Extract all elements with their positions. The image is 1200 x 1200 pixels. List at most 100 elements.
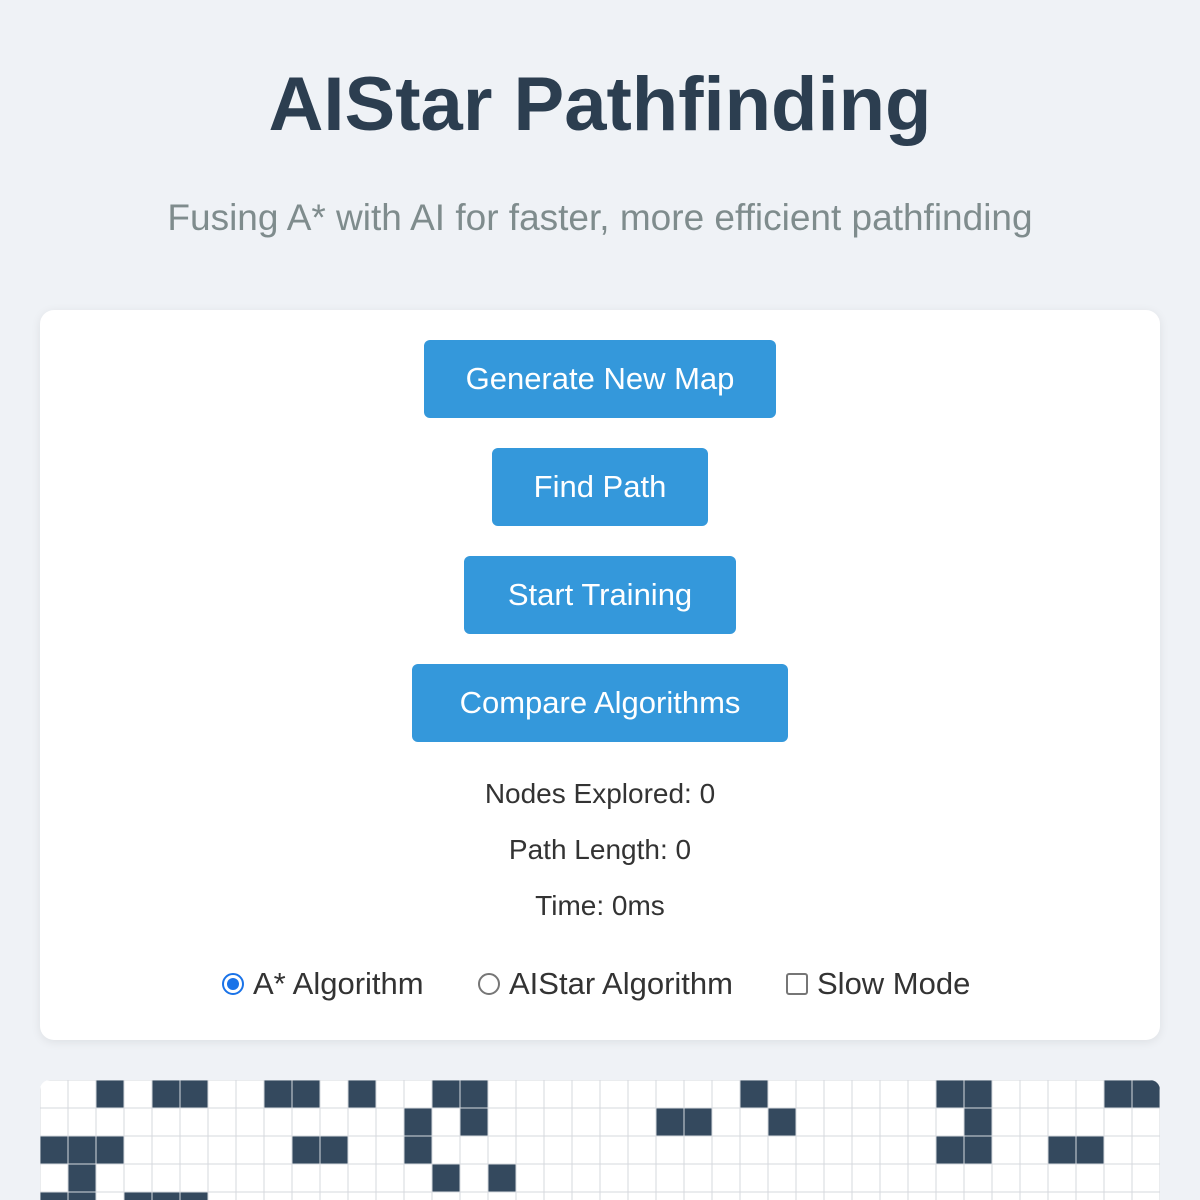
grid-cell[interactable] bbox=[487, 1107, 517, 1137]
grid-cell[interactable] bbox=[1075, 1163, 1105, 1193]
grid-cell[interactable] bbox=[627, 1191, 657, 1200]
grid-cell[interactable] bbox=[235, 1135, 265, 1165]
grid-cell[interactable] bbox=[319, 1080, 349, 1109]
grid-cell[interactable] bbox=[179, 1163, 209, 1193]
grid-cell[interactable] bbox=[655, 1135, 685, 1165]
grid-cell[interactable] bbox=[487, 1135, 517, 1165]
grid-cell[interactable] bbox=[123, 1163, 153, 1193]
grid-cell-wall[interactable] bbox=[67, 1191, 97, 1200]
grid-cell[interactable] bbox=[179, 1107, 209, 1137]
grid-cell-wall[interactable] bbox=[739, 1080, 769, 1109]
grid-cell-wall[interactable] bbox=[291, 1080, 321, 1109]
grid-cell[interactable] bbox=[291, 1191, 321, 1200]
grid-cell[interactable] bbox=[739, 1163, 769, 1193]
grid-cell[interactable] bbox=[795, 1080, 825, 1109]
grid-cell[interactable] bbox=[879, 1163, 909, 1193]
grid-cell[interactable] bbox=[683, 1163, 713, 1193]
grid-cell[interactable] bbox=[67, 1107, 97, 1137]
grid-cell-wall[interactable] bbox=[459, 1107, 489, 1137]
grid-cell[interactable] bbox=[627, 1080, 657, 1109]
grid-cell[interactable] bbox=[40, 1080, 69, 1109]
grid-cell[interactable] bbox=[291, 1163, 321, 1193]
grid-cell[interactable] bbox=[95, 1163, 125, 1193]
grid-cell[interactable] bbox=[1019, 1107, 1049, 1137]
grid-cell-wall[interactable] bbox=[1047, 1135, 1077, 1165]
grid-cell[interactable] bbox=[263, 1107, 293, 1137]
start-training-button[interactable]: Start Training bbox=[464, 556, 736, 634]
grid-cell[interactable] bbox=[907, 1191, 937, 1200]
grid-cell[interactable] bbox=[907, 1163, 937, 1193]
grid-cell-wall[interactable] bbox=[1131, 1080, 1160, 1109]
grid-cell[interactable] bbox=[711, 1191, 741, 1200]
grid-cell[interactable] bbox=[1019, 1163, 1049, 1193]
grid-cell-wall[interactable] bbox=[487, 1163, 517, 1193]
grid-cell[interactable] bbox=[235, 1163, 265, 1193]
grid-cell-wall[interactable] bbox=[963, 1135, 993, 1165]
grid-cell[interactable] bbox=[935, 1163, 965, 1193]
grid-cell[interactable] bbox=[823, 1191, 853, 1200]
grid-cell[interactable] bbox=[851, 1191, 881, 1200]
grid-cell[interactable] bbox=[879, 1135, 909, 1165]
grid-cell[interactable] bbox=[1131, 1135, 1160, 1165]
grid-cell[interactable] bbox=[599, 1107, 629, 1137]
grid-cell-wall[interactable] bbox=[963, 1107, 993, 1137]
grid-cell[interactable] bbox=[375, 1163, 405, 1193]
grid-cell[interactable] bbox=[795, 1191, 825, 1200]
grid-cell[interactable] bbox=[795, 1107, 825, 1137]
generate-map-button[interactable]: Generate New Map bbox=[424, 340, 776, 418]
grid-cell-wall[interactable] bbox=[151, 1080, 181, 1109]
grid-cell[interactable] bbox=[823, 1107, 853, 1137]
grid-cell[interactable] bbox=[207, 1191, 237, 1200]
grid-cell-wall[interactable] bbox=[95, 1080, 125, 1109]
grid-cell[interactable] bbox=[739, 1191, 769, 1200]
grid-cell[interactable] bbox=[1075, 1191, 1105, 1200]
grid-cell[interactable] bbox=[683, 1080, 713, 1109]
grid-cell[interactable] bbox=[823, 1163, 853, 1193]
grid-cell[interactable] bbox=[1103, 1135, 1133, 1165]
grid-cell[interactable] bbox=[571, 1080, 601, 1109]
grid-cell[interactable] bbox=[263, 1135, 293, 1165]
grid-cell[interactable] bbox=[207, 1107, 237, 1137]
grid-cell-wall[interactable] bbox=[40, 1191, 69, 1200]
grid-cell[interactable] bbox=[879, 1191, 909, 1200]
grid-cell[interactable] bbox=[403, 1163, 433, 1193]
grid-cell[interactable] bbox=[151, 1135, 181, 1165]
grid-cell-wall[interactable] bbox=[347, 1080, 377, 1109]
grid-cell[interactable] bbox=[991, 1107, 1021, 1137]
grid-cell[interactable] bbox=[907, 1080, 937, 1109]
grid-cell[interactable] bbox=[459, 1135, 489, 1165]
grid-cell[interactable] bbox=[151, 1163, 181, 1193]
grid-cell[interactable] bbox=[543, 1107, 573, 1137]
grid-cell-wall[interactable] bbox=[179, 1080, 209, 1109]
grid-canvas[interactable] bbox=[40, 1080, 1160, 1200]
grid-cell[interactable] bbox=[40, 1163, 69, 1193]
grid-cell[interactable] bbox=[375, 1107, 405, 1137]
grid-cell[interactable] bbox=[95, 1107, 125, 1137]
grid-cell-wall[interactable] bbox=[123, 1191, 153, 1200]
grid-cell-wall[interactable] bbox=[403, 1107, 433, 1137]
grid-cell-wall[interactable] bbox=[403, 1135, 433, 1165]
grid-cell-wall[interactable] bbox=[935, 1135, 965, 1165]
grid-cell[interactable] bbox=[1103, 1107, 1133, 1137]
grid-cell[interactable] bbox=[683, 1135, 713, 1165]
grid-cell[interactable] bbox=[571, 1135, 601, 1165]
grid-cell[interactable] bbox=[515, 1191, 545, 1200]
grid-cell[interactable] bbox=[40, 1107, 69, 1137]
grid-cell[interactable] bbox=[543, 1191, 573, 1200]
grid-cell[interactable] bbox=[403, 1191, 433, 1200]
grid-cell[interactable] bbox=[823, 1135, 853, 1165]
grid-cell[interactable] bbox=[1103, 1163, 1133, 1193]
grid-cell[interactable] bbox=[347, 1107, 377, 1137]
grid-cell[interactable] bbox=[767, 1163, 797, 1193]
compare-algorithms-button[interactable]: Compare Algorithms bbox=[412, 664, 788, 742]
grid-cell[interactable] bbox=[375, 1191, 405, 1200]
grid-cell[interactable] bbox=[347, 1191, 377, 1200]
grid-cell[interactable] bbox=[67, 1080, 97, 1109]
grid-cell[interactable] bbox=[123, 1080, 153, 1109]
grid-cell[interactable] bbox=[683, 1191, 713, 1200]
grid-cell[interactable] bbox=[795, 1135, 825, 1165]
grid-cell[interactable] bbox=[1019, 1191, 1049, 1200]
grid-cell[interactable] bbox=[207, 1163, 237, 1193]
grid-cell[interactable] bbox=[711, 1163, 741, 1193]
grid-cell[interactable] bbox=[543, 1080, 573, 1109]
